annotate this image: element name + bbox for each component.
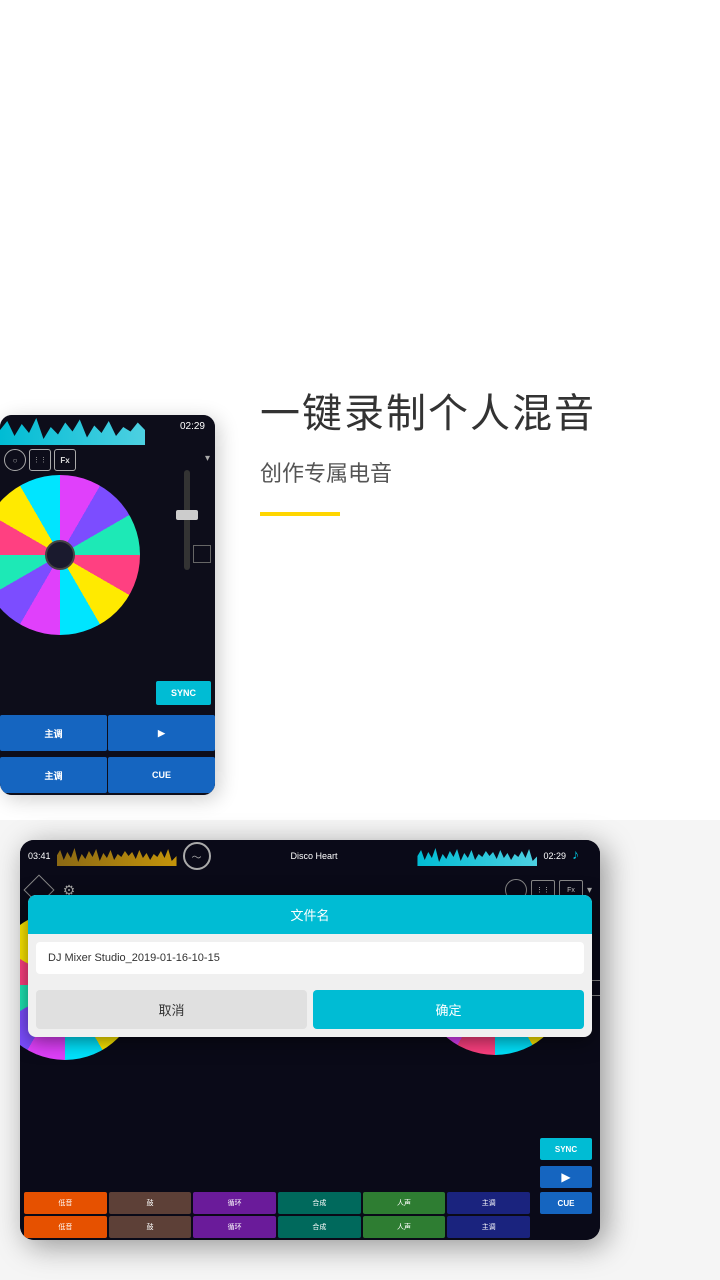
loop-square-button[interactable] [193,545,211,563]
bt-pad-low-freq-1[interactable]: 低音 [24,1192,107,1214]
eq-button[interactable]: ⋮⋮ [29,449,51,471]
bt-pad-drum-1[interactable]: 鼓 [109,1192,192,1214]
fader-track [184,470,190,570]
dj-waveform [0,415,145,445]
bt-pad-vocal-2[interactable]: 人声 [363,1216,446,1238]
turntable-center [45,540,75,570]
bt-pad-key-1[interactable]: 主调 [447,1192,530,1214]
bt-pad-loop-2[interactable]: 循环 [193,1216,276,1238]
bt-dropdown-icon[interactable]: ▾ [587,885,592,896]
bottom-btn-row1: 主调 ▶ [0,715,215,751]
play-button[interactable]: ▶ [108,715,215,751]
bt-pulse-icon: 〜 [183,842,211,870]
bt-pad-rows: 低音 鼓 循环 合成 人声 主调 低音 鼓 循环 合成 人声 主调 [24,1192,530,1238]
tablet-top: 02:29 ○ ⋮⋮ Fx ▾ [0,415,215,795]
bt-waveform-right [417,846,537,866]
dialog-cancel-button[interactable]: 取消 [36,990,307,1029]
zhu-diao-button-1[interactable]: 主调 [0,715,107,751]
bt-pad-vocal-1[interactable]: 人声 [363,1192,446,1214]
bt-pad-row-1: 低音 鼓 循环 合成 人声 主调 [24,1192,530,1214]
bt-time-right: 02:29 [543,851,566,861]
bt-waveform-left [57,846,177,866]
dropdown-arrow-icon[interactable]: ▾ [205,453,210,464]
yellow-line-divider [260,512,340,516]
sync-button[interactable]: SYNC [156,681,211,705]
bt-pad-synth-2[interactable]: 合成 [278,1216,361,1238]
dj-controls-row: ○ ⋮⋮ Fx [4,449,76,471]
sub-title: 创作专属电音 [260,456,700,488]
bt-topbar: 03:41 〜 Disco Heart 02:29 ♪ [20,840,600,872]
bt-time-left: 03:41 [28,851,51,861]
turntable-disc[interactable] [0,475,140,635]
bt-cue-button[interactable]: CUE [540,1192,592,1214]
top-section: 一键录制个人混音 创作专属电音 02:29 ○ ⋮⋮ Fx ▾ [0,0,720,820]
bt-sync-button[interactable]: SYNC [540,1138,592,1160]
main-title: 一键录制个人混音 [260,390,700,438]
tablet-top-inner: 02:29 ○ ⋮⋮ Fx ▾ [0,415,215,795]
dialog-box: 文件名 DJ Mixer Studio_2019-01-16-10-15 取消 … [28,895,592,1037]
tablet-bottom: 03:41 〜 Disco Heart 02:29 ♪ ⚙ ⋮⋮ Fx ▾ 文 [20,840,600,1240]
bt-song-name: Disco Heart [217,851,412,861]
top-text-area: 一键录制个人混音 创作专属电音 [260,390,700,516]
dialog-btn-row: 取消 确定 [28,982,592,1037]
bt-pad-low-freq-2[interactable]: 低音 [24,1216,107,1238]
bt-pad-loop-1[interactable]: 循环 [193,1192,276,1214]
dialog-input[interactable]: DJ Mixer Studio_2019-01-16-10-15 [36,942,584,974]
cue-button-top[interactable]: CUE [108,757,215,793]
fx-button[interactable]: Fx [54,449,76,471]
tablet-bottom-inner: 03:41 〜 Disco Heart 02:29 ♪ ⚙ ⋮⋮ Fx ▾ 文 [20,840,600,1240]
bt-pad-key-2[interactable]: 主调 [447,1216,530,1238]
zhu-diao-button-2[interactable]: 主调 [0,757,107,793]
bt-play-button[interactable]: ▶ [540,1166,592,1188]
dialog-title: 文件名 [28,895,592,934]
loop-button[interactable]: ○ [4,449,26,471]
bt-pad-synth-1[interactable]: 合成 [278,1192,361,1214]
bottom-btn-row2: 主调 CUE [0,757,215,793]
dialog-overlay: 文件名 DJ Mixer Studio_2019-01-16-10-15 取消 … [28,895,592,1037]
dialog-confirm-button[interactable]: 确定 [313,990,584,1029]
bt-pad-row-2: 低音 鼓 循环 合成 人声 主调 [24,1216,530,1238]
fader-handle[interactable] [176,510,198,520]
bt-note-icon: ♪ [572,846,592,866]
bt-pad-drum-2[interactable]: 鼓 [109,1216,192,1238]
dj-time-display: 02:29 [180,421,205,432]
